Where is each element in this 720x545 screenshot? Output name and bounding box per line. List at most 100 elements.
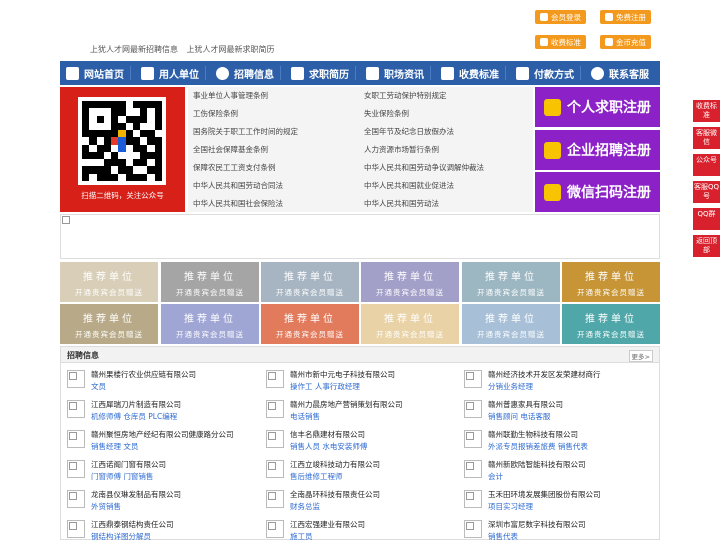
company-name[interactable]: 江西诺阁门窗有限公司	[91, 459, 166, 470]
job-positions[interactable]: 外贸销售	[91, 501, 121, 512]
company-name[interactable]: 赣州聚恒房地产经纪有限公司健康路分公司	[91, 429, 234, 440]
side-button[interactable]: 收费标准	[693, 100, 720, 122]
recommended-company-tile[interactable]: 推荐单位 开通贵宾会员赠送	[261, 304, 359, 344]
company-name[interactable]: 深圳市富尼数字科技有限公司	[488, 519, 586, 530]
law-link[interactable]: 全国年节及纪念日放假办法	[364, 126, 454, 137]
job-positions[interactable]: 会计	[488, 471, 503, 482]
company-name[interactable]: 赣州力晨房地产营销策划有限公司	[290, 399, 403, 410]
job-positions[interactable]: 销售顾问 电话客服	[488, 411, 550, 422]
job-item[interactable]: 江西诺阁门窗有限公司 门窗师傅 门窗销售	[61, 457, 251, 485]
company-name[interactable]: 赣州经济技术开发区发荣建材商行	[488, 369, 601, 380]
company-name[interactable]: 全南晶环科技有限责任公司	[290, 489, 380, 500]
free-register-button[interactable]: 免费注册	[600, 10, 651, 24]
more-link[interactable]: 更多>	[628, 350, 653, 362]
job-positions[interactable]: 分销业务经理	[488, 381, 533, 392]
recommended-company-tile[interactable]: 推荐单位 开通贵宾会员赠送	[361, 304, 459, 344]
company-name[interactable]: 龙南县仪琳发制品有限公司	[91, 489, 181, 500]
gold-recharge-button[interactable]: 金币充值	[600, 35, 651, 49]
recommended-company-tile[interactable]: 推荐单位 开通贵宾会员赠送	[361, 262, 459, 302]
personal-register-button[interactable]: 个人求职注册	[535, 87, 660, 127]
company-name[interactable]: 信丰名鼎建材有限公司	[290, 429, 365, 440]
law-link[interactable]: 中华人民共和国劳动合同法	[193, 180, 283, 191]
job-positions[interactable]: 操作工 人事行政经理	[290, 381, 360, 392]
job-positions[interactable]: 财务总监	[290, 501, 320, 512]
company-name[interactable]: 赣州普惠家具有限公司	[488, 399, 563, 410]
job-item[interactable]: 全南晶环科技有限责任公司 财务总监	[260, 487, 450, 515]
law-link[interactable]: 工伤保险条例	[193, 108, 238, 119]
job-item[interactable]: 赣州市新中元电子科技有限公司 操作工 人事行政经理	[260, 367, 450, 395]
recommended-company-tile[interactable]: 推荐单位 开通贵宾会员赠送	[462, 262, 560, 302]
recommended-company-tile[interactable]: 推荐单位 开通贵宾会员赠送	[60, 262, 158, 302]
job-positions[interactable]: 销售代表	[488, 531, 518, 542]
job-item[interactable]: 赣州果楼行农业供应链有限公司 文员	[61, 367, 251, 395]
job-item[interactable]: 赣州力晨房地产营销策划有限公司 电话销售	[260, 397, 450, 425]
law-link[interactable]: 中华人民共和国就业促进法	[364, 180, 454, 191]
recommended-company-tile[interactable]: 推荐单位 开通贵宾会员赠送	[161, 262, 259, 302]
law-link[interactable]: 国务院关于职工工作时间的规定	[193, 126, 298, 137]
side-button[interactable]: QQ群	[693, 208, 720, 230]
job-item[interactable]: 江西鼎泰钢结构责任公司 钢结构详图分解员	[61, 517, 251, 545]
wechat-register-button[interactable]: 微信扫码注册	[535, 172, 660, 212]
law-link[interactable]: 中华人民共和国劳动法	[364, 198, 439, 209]
side-button[interactable]: 返回顶部	[693, 235, 720, 257]
job-positions[interactable]: 外派专员报销差旅费 销售代表	[488, 441, 588, 452]
recommended-company-tile[interactable]: 推荐单位 开通贵宾会员赠送	[161, 304, 259, 344]
job-item[interactable]: 江西犀瑞刀片制造有限公司 机修师傅 仓库员 PLC编程	[61, 397, 251, 425]
recommended-company-tile[interactable]: 推荐单位 开通贵宾会员赠送	[562, 262, 660, 302]
job-positions[interactable]: 机修师傅 仓库员 PLC编程	[91, 411, 177, 422]
company-name[interactable]: 赣州联勤生物科技有限公司	[488, 429, 578, 440]
member-login-button[interactable]: 会员登录	[535, 10, 586, 24]
company-name[interactable]: 江西立竣科技动力有限公司	[290, 459, 380, 470]
nav-contact[interactable]: 联系客服	[585, 61, 649, 85]
job-item[interactable]: 玉禾田环境发展集团股份有限公司 项目实习经理	[458, 487, 648, 515]
job-item[interactable]: 赣州普惠家具有限公司 销售顾问 电话客服	[458, 397, 648, 425]
company-name[interactable]: 赣州果楼行农业供应链有限公司	[91, 369, 196, 380]
job-positions[interactable]: 销售经理 文员	[91, 441, 138, 452]
law-link[interactable]: 事业单位人事管理条例	[193, 90, 268, 101]
job-positions[interactable]: 门窗师傅 门窗销售	[91, 471, 153, 482]
company-name[interactable]: 江西鼎泰钢结构责任公司	[91, 519, 174, 530]
newest-jobs-link[interactable]: 上犹人才网最新招聘信息	[90, 45, 178, 54]
law-link[interactable]: 人力资源市场暂行条例	[364, 144, 439, 155]
job-positions[interactable]: 钢结构详图分解员	[91, 531, 151, 542]
newest-resumes-link[interactable]: 上犹人才网最新求职简历	[187, 45, 275, 54]
job-item[interactable]: 龙南县仪琳发制品有限公司 外贸销售	[61, 487, 251, 515]
job-item[interactable]: 深圳市富尼数字科技有限公司 销售代表	[458, 517, 648, 545]
recommended-company-tile[interactable]: 推荐单位 开通贵宾会员赠送	[462, 304, 560, 344]
nav-payment[interactable]: 付款方式	[510, 61, 574, 85]
job-item[interactable]: 赣州经济技术开发区发荣建材商行 分销业务经理	[458, 367, 648, 395]
nav-jobs[interactable]: 招聘信息	[210, 61, 274, 85]
company-name[interactable]: 江西宏强建业有限公司	[290, 519, 365, 530]
job-positions[interactable]: 施工员	[290, 531, 313, 542]
recommended-company-tile[interactable]: 推荐单位 开通贵宾会员赠送	[60, 304, 158, 344]
company-name[interactable]: 玉禾田环境发展集团股份有限公司	[488, 489, 601, 500]
recommended-company-tile[interactable]: 推荐单位 开通贵宾会员赠送	[261, 262, 359, 302]
nav-resumes[interactable]: 求职简历	[285, 61, 349, 85]
law-link[interactable]: 全国社会保障基金条例	[193, 144, 268, 155]
nav-news[interactable]: 职场资讯	[360, 61, 424, 85]
job-item[interactable]: 江西宏强建业有限公司 施工员	[260, 517, 450, 545]
company-name[interactable]: 赣州市新中元电子科技有限公司	[290, 369, 395, 380]
side-button[interactable]: 客服QQ号	[693, 181, 720, 203]
fee-standard-button[interactable]: 收费标准	[535, 35, 586, 49]
job-positions[interactable]: 文员	[91, 381, 106, 392]
side-button[interactable]: 客服微信	[693, 127, 720, 149]
job-positions[interactable]: 电话销售	[290, 411, 320, 422]
nav-fees[interactable]: 收费标准	[435, 61, 499, 85]
company-name[interactable]: 赣州新欧陆智能科技有限公司	[488, 459, 586, 470]
law-link[interactable]: 女职工劳动保护特别规定	[364, 90, 447, 101]
job-positions[interactable]: 销售人员 水电安装师傅	[290, 441, 367, 452]
nav-home[interactable]: 网站首页	[60, 61, 124, 85]
job-positions[interactable]: 项目实习经理	[488, 501, 533, 512]
side-button[interactable]: 公众号	[693, 154, 720, 176]
job-item[interactable]: 信丰名鼎建材有限公司 销售人员 水电安装师傅	[260, 427, 450, 455]
law-link[interactable]: 中华人民共和国劳动争议调解仲裁法	[364, 162, 484, 173]
job-item[interactable]: 赣州联勤生物科技有限公司 外派专员报销差旅费 销售代表	[458, 427, 648, 455]
job-item[interactable]: 江西立竣科技动力有限公司 售后维修工程师	[260, 457, 450, 485]
law-link[interactable]: 失业保险条例	[364, 108, 409, 119]
job-item[interactable]: 赣州新欧陆智能科技有限公司 会计	[458, 457, 648, 485]
law-link[interactable]: 保障农民工工资支付条例	[193, 162, 276, 173]
company-register-button[interactable]: 企业招聘注册	[535, 130, 660, 170]
ad-banner[interactable]	[60, 214, 660, 259]
law-link[interactable]: 中华人民共和国社会保险法	[193, 198, 283, 209]
